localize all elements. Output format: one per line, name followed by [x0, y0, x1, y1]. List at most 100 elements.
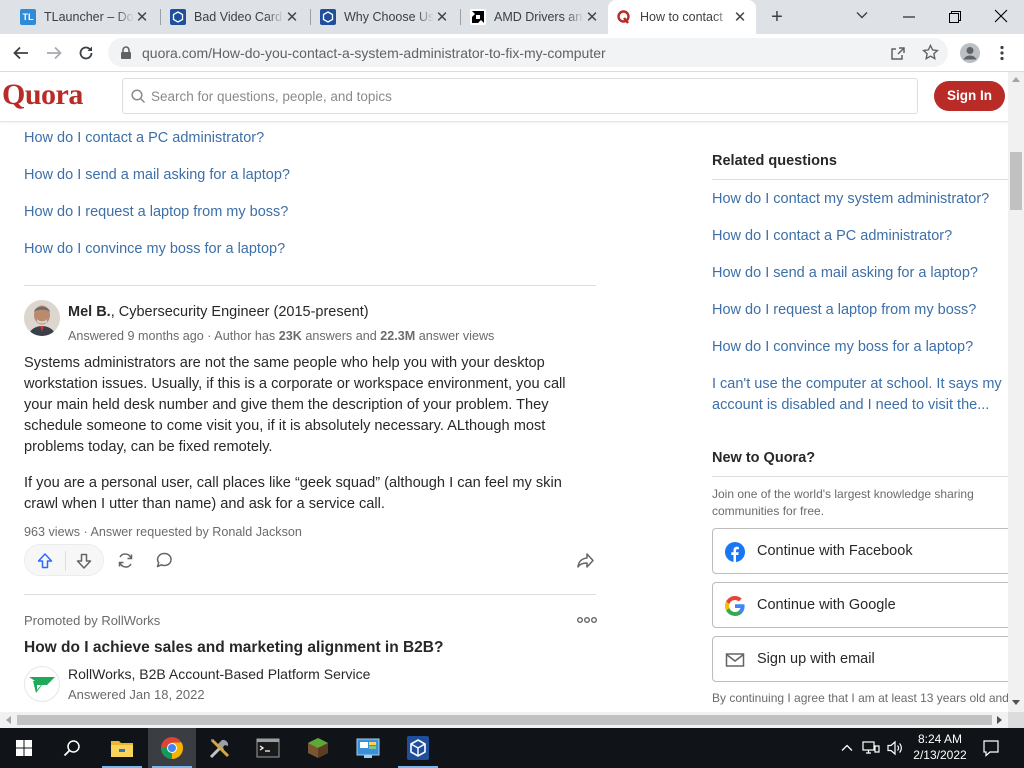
- bookmark-star-icon[interactable]: [922, 44, 939, 61]
- promoted-author-name[interactable]: RollWorks: [68, 666, 132, 682]
- comment-icon[interactable]: [155, 551, 174, 570]
- continue-with-facebook-button[interactable]: Continue with Facebook: [712, 528, 1008, 574]
- author-line: Mel B., Cybersecurity Engineer (2015-pre…: [68, 304, 369, 320]
- browser-tab-tlauncher[interactable]: TL TLauncher – Do ✕: [12, 0, 158, 34]
- divider: [712, 179, 1008, 180]
- author-avatar[interactable]: [24, 300, 60, 336]
- browser-tab-why-choose-us[interactable]: Why Choose Us ✕: [312, 0, 458, 34]
- notification-center-icon[interactable]: [982, 739, 1000, 757]
- profile-avatar-icon[interactable]: [959, 42, 981, 64]
- window-minimize-icon[interactable]: [902, 10, 916, 24]
- sidebar-related-link[interactable]: How do I send a mail asking for a laptop…: [712, 263, 978, 284]
- system-tray-chevron-up-icon[interactable]: [840, 741, 854, 755]
- related-link[interactable]: How do I convince my boss for a laptop?: [24, 241, 285, 257]
- amd-favicon-icon: [470, 9, 486, 25]
- tab-title: Bad Video Card: [194, 10, 283, 24]
- promoted-date: Answered Jan 18, 2022: [68, 687, 205, 702]
- tab-search-chevron-down-icon[interactable]: [855, 8, 869, 22]
- scroll-right-arrow-icon[interactable]: [997, 716, 1003, 724]
- address-bar[interactable]: quora.com/How-do-you-contact-a-system-ad…: [108, 38, 948, 67]
- answer-meta-suffix: answer views: [415, 329, 495, 343]
- blue-cube-icon[interactable]: [394, 728, 442, 768]
- related-link[interactable]: How do I send a mail asking for a laptop…: [24, 167, 290, 183]
- browser-tab-strip: TL TLauncher – Do ✕ Bad Video Card ✕ Why…: [0, 0, 1024, 34]
- clock[interactable]: 8:24 AM 2/13/2022: [908, 731, 972, 763]
- sidebar-related-link[interactable]: How do I contact my system administrator…: [712, 189, 989, 210]
- tab-close-icon[interactable]: ✕: [134, 8, 150, 26]
- facebook-icon: [725, 542, 745, 562]
- related-questions-title: Related questions: [712, 153, 837, 169]
- scroll-left-arrow-icon[interactable]: [5, 716, 11, 724]
- related-link[interactable]: How do I request a laptop from my boss?: [24, 204, 288, 220]
- terminal-icon[interactable]: [244, 728, 292, 768]
- share-reshare-icon[interactable]: [116, 551, 135, 570]
- back-arrow-icon[interactable]: [12, 44, 30, 62]
- file-explorer-icon[interactable]: [98, 728, 146, 768]
- upvote-icon[interactable]: [36, 552, 54, 570]
- forward-arrow-icon[interactable]: [45, 44, 63, 62]
- continue-with-google-button[interactable]: Continue with Google: [712, 582, 1008, 628]
- sidebar-related-link[interactable]: I can't use the computer at school. It s…: [712, 374, 1008, 416]
- related-link[interactable]: How do I contact a PC administrator?: [24, 130, 264, 146]
- scroll-up-arrow-icon[interactable]: [1012, 76, 1020, 82]
- new-tab-plus-icon[interactable]: +: [766, 6, 788, 28]
- email-button-label: Sign up with email: [757, 651, 875, 667]
- tab-close-icon[interactable]: ✕: [284, 8, 300, 26]
- tab-close-icon[interactable]: ✕: [434, 8, 450, 26]
- control-panel-icon[interactable]: [344, 728, 392, 768]
- facebook-button-label: Continue with Facebook: [757, 543, 913, 559]
- browser-tab-amd-drivers[interactable]: AMD Drivers an ✕: [462, 0, 608, 34]
- lock-icon[interactable]: [120, 46, 132, 60]
- answer-meta-mid: answers and: [301, 329, 381, 343]
- share-icon[interactable]: [890, 45, 906, 61]
- view-count: 22.3M: [380, 329, 416, 343]
- horizontal-scrollbar-thumb[interactable]: [17, 715, 992, 725]
- minecraft-icon[interactable]: [294, 728, 342, 768]
- answer-meta-prefix: Answered 9 months ago · Author has: [68, 329, 279, 343]
- tab-divider: [460, 9, 461, 25]
- browser-tab-how-to-contact[interactable]: How to contact ✕: [608, 0, 756, 34]
- downvote-icon[interactable]: [75, 552, 93, 570]
- tab-close-icon[interactable]: ✕: [584, 8, 600, 26]
- promoted-label[interactable]: Promoted by RollWorks: [24, 613, 160, 628]
- window-restore-icon[interactable]: [948, 10, 962, 24]
- sidebar-related-link[interactable]: How do I request a laptop from my boss?: [712, 300, 976, 321]
- more-options-icon[interactable]: [576, 613, 598, 627]
- url-text[interactable]: quora.com/How-do-you-contact-a-system-ad…: [142, 45, 606, 61]
- sidebar-related-link[interactable]: How do I convince my boss for a laptop?: [712, 337, 973, 358]
- chrome-icon[interactable]: [148, 728, 196, 768]
- vertical-scrollbar[interactable]: [1008, 72, 1024, 712]
- window-close-icon[interactable]: [993, 8, 1009, 24]
- horizontal-scrollbar[interactable]: [0, 712, 1008, 728]
- forward-share-icon[interactable]: [576, 551, 595, 570]
- rollworks-logo[interactable]: [24, 666, 60, 702]
- tab-close-icon[interactable]: ✕: [732, 8, 748, 26]
- search-input[interactable]: Search for questions, people, and topics: [122, 78, 918, 114]
- blue-square-favicon-icon: [320, 9, 336, 25]
- tab-title: TLauncher – Do: [44, 10, 134, 24]
- promoted-author-line: RollWorks, B2B Account-Based Platform Se…: [68, 666, 370, 682]
- tab-divider: [160, 9, 161, 25]
- promoted-title[interactable]: How do I achieve sales and marketing ali…: [24, 639, 443, 657]
- scrollbar-corner: [1008, 712, 1024, 728]
- author-name[interactable]: Mel B.: [68, 304, 111, 320]
- sidebar-related-link[interactable]: How do I contact a PC administrator?: [712, 226, 952, 247]
- quora-logo[interactable]: Quora: [2, 78, 83, 112]
- network-icon[interactable]: [862, 739, 880, 757]
- google-button-label: Continue with Google: [757, 597, 896, 613]
- sign-in-button[interactable]: Sign In: [934, 81, 1005, 111]
- reload-icon[interactable]: [77, 44, 95, 62]
- windows-start-icon[interactable]: [0, 728, 48, 768]
- search-placeholder: Search for questions, people, and topics: [151, 89, 392, 104]
- tools-icon[interactable]: [196, 728, 244, 768]
- browser-menu-kebab-icon[interactable]: [994, 45, 1010, 61]
- quora-favicon-icon: [616, 9, 632, 25]
- scroll-down-arrow-icon[interactable]: [1012, 700, 1020, 706]
- sign-up-with-email-button[interactable]: Sign up with email: [712, 636, 1008, 682]
- vertical-scrollbar-thumb[interactable]: [1010, 152, 1022, 210]
- browser-tab-bad-video-card[interactable]: Bad Video Card ✕: [162, 0, 308, 34]
- tab-title: AMD Drivers an: [494, 10, 583, 24]
- taskbar-search-icon[interactable]: [48, 728, 96, 768]
- answer-paragraph: Systems administrators are not the same …: [24, 355, 566, 455]
- volume-icon[interactable]: [886, 739, 904, 757]
